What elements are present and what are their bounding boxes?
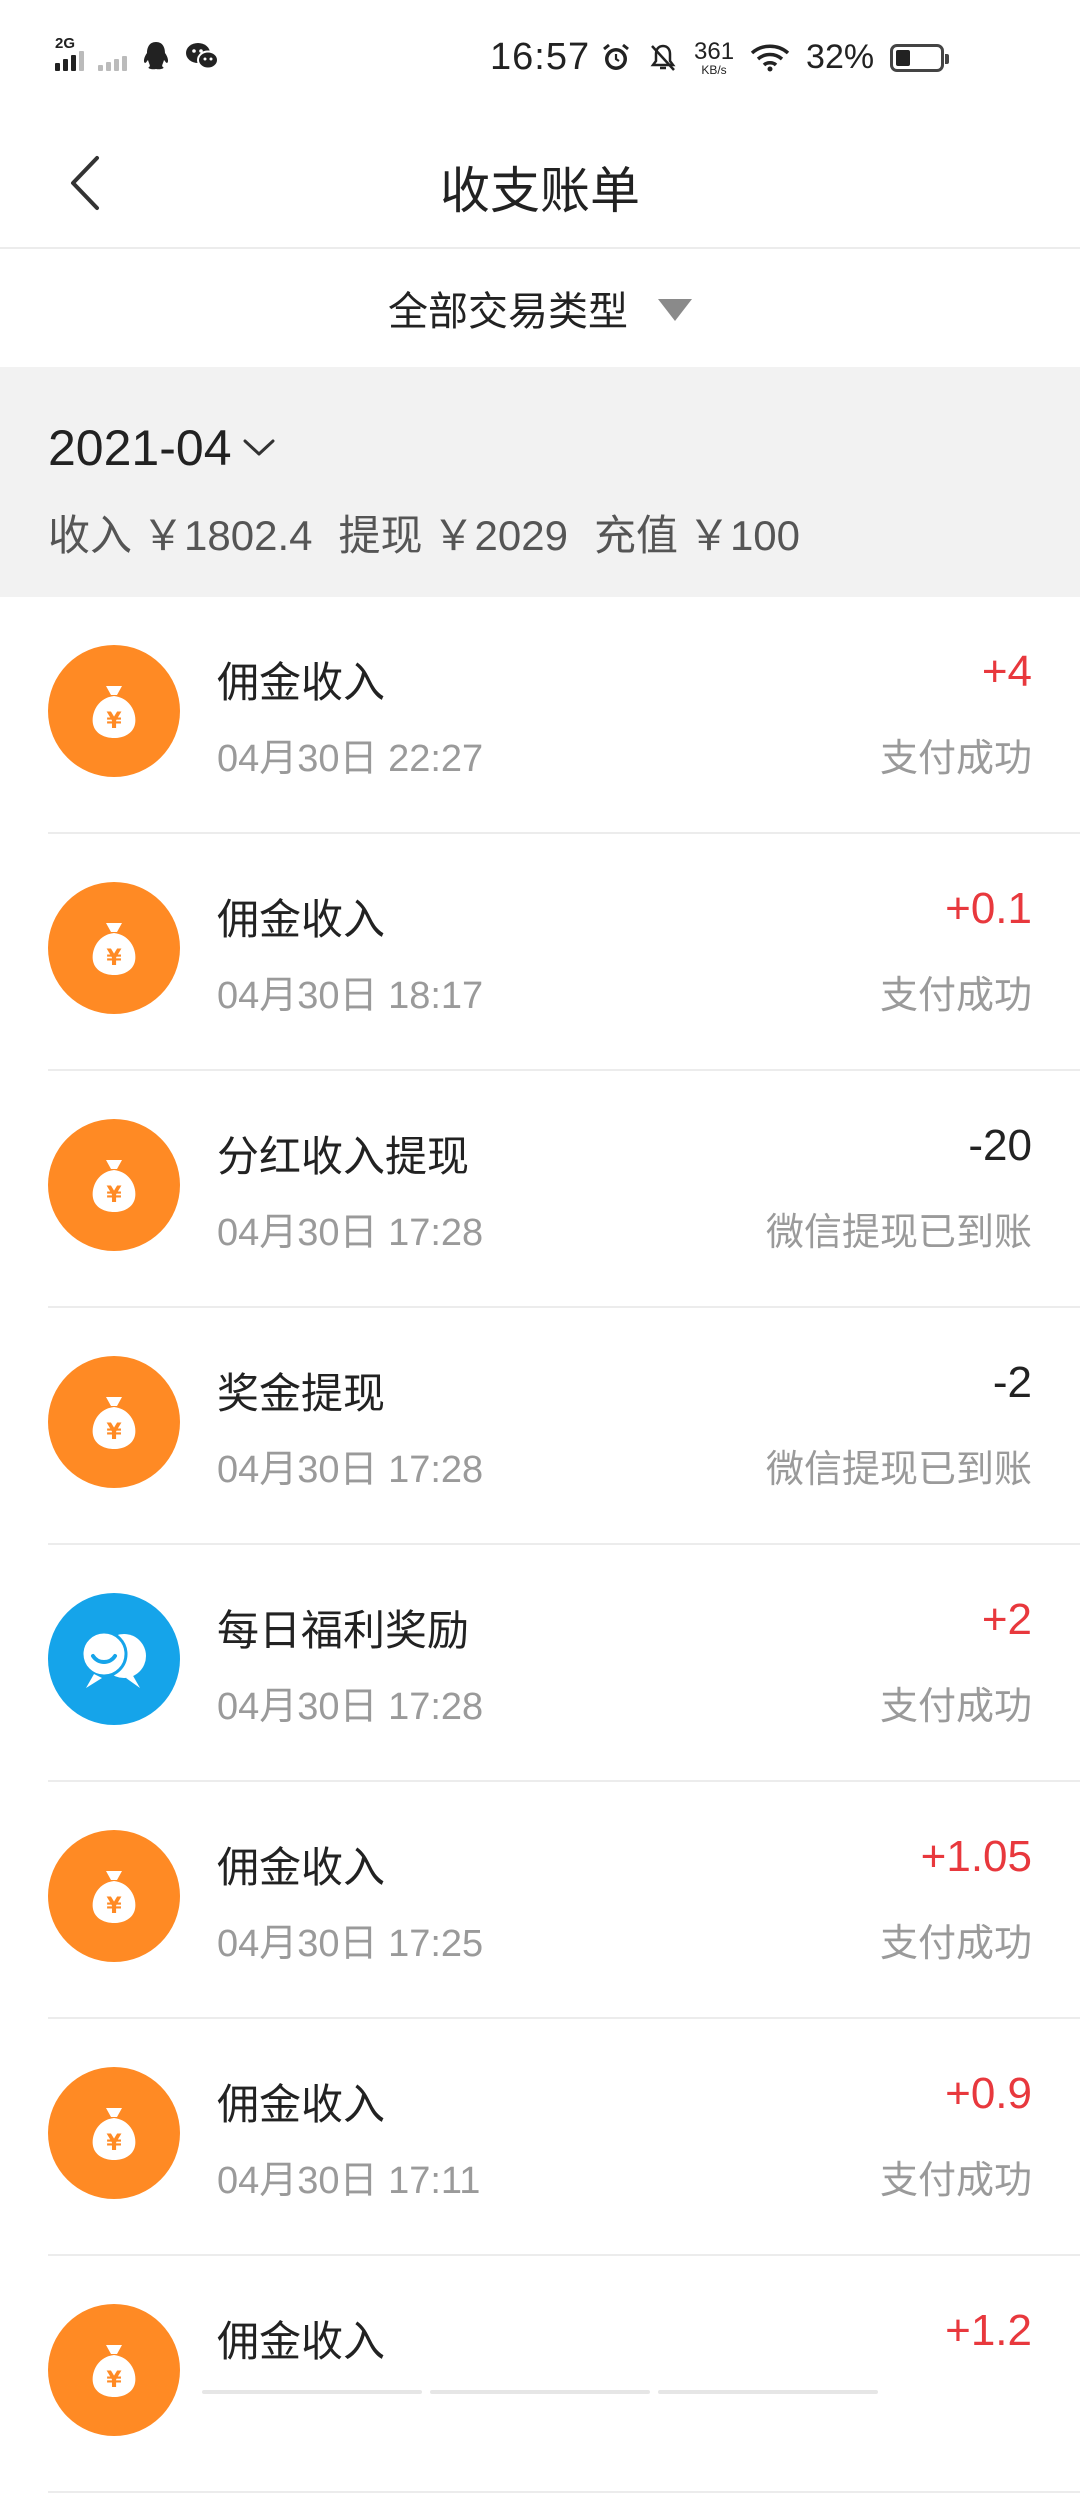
- clock: 16:57: [490, 36, 591, 78]
- svg-text:¥: ¥: [106, 2131, 122, 2156]
- money-bag-icon: ¥: [48, 882, 180, 1014]
- item-time: 04月30日 22:27: [217, 738, 484, 780]
- item-status: 支付成功: [879, 975, 1032, 1017]
- list-item[interactable]: 每日福利奖励 04月30日 17:28 +2 支付成功: [0, 1545, 1080, 1782]
- withdraw-label: 提现: [338, 512, 423, 559]
- list-item[interactable]: ¥ 佣金收入 04月30日 22:27 +4 支付成功: [0, 597, 1080, 834]
- item-status: 微信提现已到账: [765, 1212, 1032, 1254]
- net-speed-value: 361: [694, 37, 735, 65]
- list-item[interactable]: ¥ 分红收入提现 04月30日 17:28 -20 微信提现已到账: [0, 1071, 1080, 1308]
- income-label: 收入: [48, 512, 133, 559]
- battery-percent: 32%: [806, 38, 875, 76]
- transaction-type-filter[interactable]: 全部交易类型: [0, 249, 1080, 367]
- month-label[interactable]: 2021-04: [48, 419, 232, 477]
- page-title: 收支账单: [440, 163, 640, 219]
- status-left: 2G: [55, 35, 219, 72]
- transaction-list: ¥ 佣金收入 04月30日 22:27 +4 支付成功 ¥ 佣金收入 04月30…: [0, 597, 1080, 2493]
- money-bag-icon: ¥: [48, 2067, 180, 2199]
- item-status: 微信提现已到账: [765, 1449, 1032, 1491]
- list-item[interactable]: ¥ 佣金收入 +1.2: [0, 2256, 1080, 2493]
- item-time: 04月30日 17:28: [217, 1449, 484, 1491]
- item-title: 佣金收入: [217, 1844, 386, 1891]
- item-title: 佣金收入: [217, 2318, 386, 2365]
- filter-label[interactable]: 全部交易类型: [388, 279, 628, 337]
- list-item[interactable]: ¥ 佣金收入 04月30日 17:11 +0.9 支付成功: [0, 2019, 1080, 2256]
- net-speed-unit: KB/s: [701, 62, 727, 77]
- alarm-icon: [603, 43, 629, 70]
- money-bag-icon: ¥: [48, 1356, 180, 1488]
- item-title: 佣金收入: [217, 659, 386, 706]
- month-summary: 2021-04 收入 ￥1802.4 提现 ￥2029 充值 ￥100: [0, 367, 1080, 597]
- svg-text:¥: ¥: [106, 1420, 122, 1445]
- item-status: 支付成功: [879, 738, 1032, 780]
- recharge-value: ￥100: [687, 512, 801, 559]
- chevron-down-icon[interactable]: [242, 437, 276, 459]
- list-item[interactable]: ¥ 佣金收入 04月30日 18:17 +0.1 支付成功: [0, 834, 1080, 1071]
- item-time: 04月30日 18:17: [217, 975, 484, 1017]
- item-title: 分红收入提现: [217, 1133, 470, 1180]
- item-status: 支付成功: [879, 1923, 1032, 1965]
- income-value: ￥1802.4: [142, 512, 313, 559]
- item-time: 04月30日 17:28: [217, 1212, 484, 1254]
- item-title: 佣金收入: [217, 896, 386, 943]
- status-right: 361 KB/s 32%: [600, 37, 950, 77]
- status-bar: 2G 16:57 361 KB/s 32%: [0, 0, 1080, 125]
- item-amount: +2: [981, 1595, 1032, 1644]
- net-speed: 361 KB/s: [694, 37, 735, 77]
- svg-text:¥: ¥: [106, 946, 122, 971]
- svg-text:¥: ¥: [106, 709, 122, 734]
- month-selector[interactable]: 2021-04: [48, 419, 276, 477]
- wechat-icon: [186, 43, 219, 70]
- mute-bell-icon: [650, 44, 676, 71]
- battery-icon: [890, 43, 950, 72]
- signal-icon: 2G: [55, 35, 84, 71]
- item-title: 每日福利奖励: [217, 1607, 470, 1654]
- item-status: 支付成功: [879, 2160, 1032, 2202]
- network-type: 2G: [55, 35, 76, 52]
- item-amount: -20: [968, 1121, 1032, 1170]
- list-item[interactable]: ¥ 奖金提现 04月30日 17:28 -2 微信提现已到账: [0, 1308, 1080, 1545]
- item-time: 04月30日 17:28: [217, 1686, 484, 1728]
- item-amount: -2: [992, 1358, 1032, 1407]
- item-status: 支付成功: [879, 1686, 1032, 1728]
- item-time: 04月30日 17:25: [217, 1923, 484, 1965]
- money-bag-icon: ¥: [48, 1830, 180, 1962]
- recharge-label: 充值: [593, 512, 678, 559]
- chat-bubbles-icon: [48, 1593, 180, 1725]
- wifi-icon: [750, 44, 790, 71]
- scroll-hint-bar: [0, 2390, 1080, 2400]
- money-bag-icon: ¥: [48, 1119, 180, 1251]
- money-bag-icon: ¥: [48, 645, 180, 777]
- money-bag-icon: ¥: [48, 2304, 180, 2436]
- item-title: 佣金收入: [217, 2081, 386, 2128]
- qq-icon: [143, 42, 169, 70]
- withdraw-value: ￥2029: [432, 512, 568, 559]
- item-title: 奖金提现: [217, 1370, 386, 1417]
- svg-text:¥: ¥: [106, 1894, 122, 1919]
- svg-text:¥: ¥: [106, 1183, 122, 1208]
- item-amount: +1.05: [920, 1832, 1032, 1881]
- item-time: 04月30日 17:11: [217, 2160, 481, 2202]
- caret-down-icon[interactable]: [658, 299, 692, 321]
- list-item[interactable]: ¥ 佣金收入 04月30日 17:25 +1.05 支付成功: [0, 1782, 1080, 2019]
- item-amount: +1.2: [945, 2306, 1032, 2355]
- item-amount: +0.1: [945, 884, 1032, 933]
- signal-2-icon: [98, 41, 127, 71]
- item-amount: +4: [981, 647, 1032, 696]
- item-amount: +0.9: [945, 2069, 1032, 2118]
- summary-totals: 收入 ￥1802.4 提现 ￥2029 充值 ￥100: [48, 502, 800, 563]
- nav-bar: 收支账单: [0, 125, 1080, 249]
